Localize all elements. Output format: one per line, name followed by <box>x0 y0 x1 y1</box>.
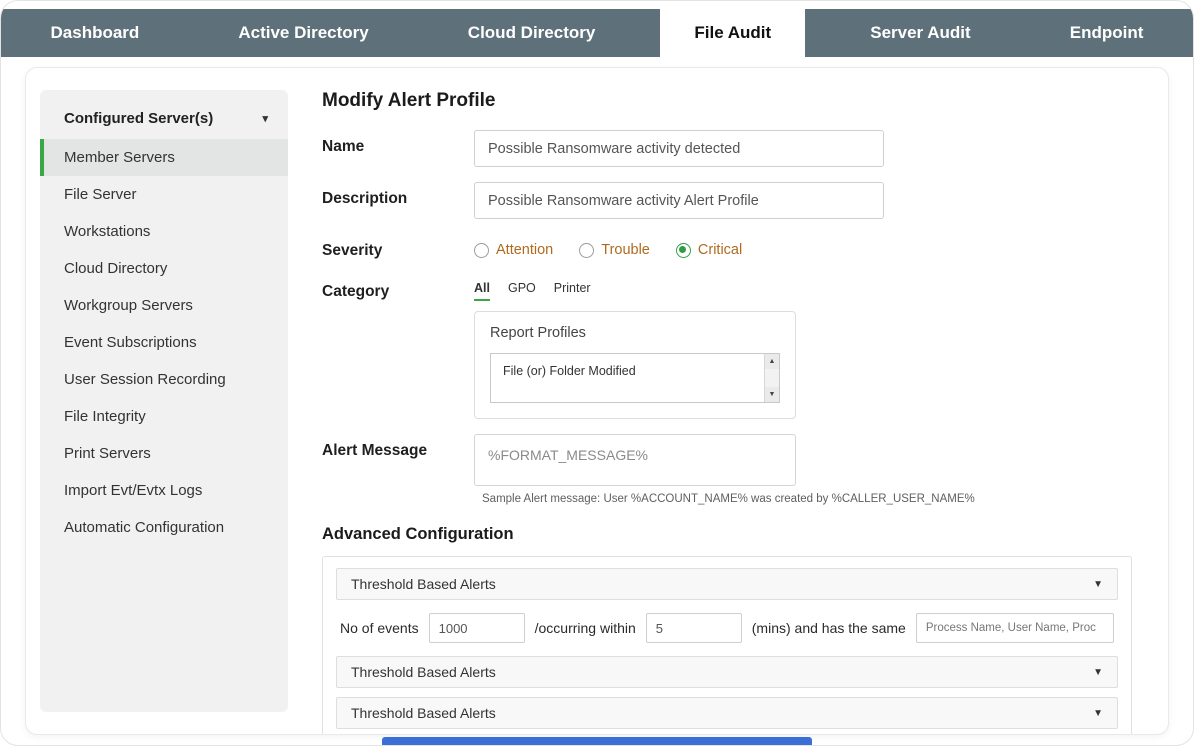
description-row: Description <box>322 182 1132 219</box>
severity-label: Severity <box>322 234 474 260</box>
severity-radio-group: Attention Trouble Critical <box>474 234 742 258</box>
alert-message-input[interactable]: %FORMAT_MESSAGE% <box>474 434 796 486</box>
severity-option-attention[interactable]: Attention <box>474 242 553 258</box>
category-tab-all[interactable]: All <box>474 281 490 301</box>
sidebar: Configured Server(s) ▾ Member Servers Fi… <box>40 90 288 712</box>
no-of-events-input[interactable] <box>429 613 525 643</box>
same-attributes-input[interactable] <box>916 613 1114 643</box>
category-tabs: All GPO Printer <box>474 275 796 301</box>
scroll-up-icon[interactable]: ▲ <box>765 354 779 369</box>
sidebar-item-cloud-directory[interactable]: Cloud Directory <box>40 250 288 287</box>
nav-tab-cloud-directory[interactable]: Cloud Directory <box>434 9 630 57</box>
category-row: Category All GPO Printer Report Profiles… <box>322 275 1132 419</box>
severity-option-critical-label: Critical <box>698 242 742 258</box>
main-panel: Modify Alert Profile Name Description Se… <box>288 68 1168 734</box>
occurring-within-label: /occurring within <box>535 620 636 636</box>
nav-tab-active-directory[interactable]: Active Directory <box>204 9 402 57</box>
sidebar-header-configured-servers[interactable]: Configured Server(s) ▾ <box>40 96 288 139</box>
category-label: Category <box>322 275 474 301</box>
radio-icon-attention[interactable] <box>474 243 489 258</box>
category-tab-gpo[interactable]: GPO <box>508 281 536 301</box>
alert-message-col: %FORMAT_MESSAGE% Sample Alert message: U… <box>474 434 975 505</box>
app-window: Dashboard Active Directory Cloud Directo… <box>0 0 1194 746</box>
name-label: Name <box>322 130 474 156</box>
listbox-scrollbar[interactable]: ▲ ▼ <box>764 354 779 402</box>
nav-tab-server-audit[interactable]: Server Audit <box>836 9 1004 57</box>
radio-icon-trouble[interactable] <box>579 243 594 258</box>
sidebar-header-label: Configured Server(s) <box>64 110 213 127</box>
report-profiles-box: Report Profiles File (or) Folder Modifie… <box>474 311 796 419</box>
severity-option-trouble-label: Trouble <box>601 242 650 258</box>
chevron-down-icon: ▼ <box>1093 708 1103 719</box>
report-profiles-listbox: File (or) Folder Modified ▲ ▼ <box>490 353 780 403</box>
list-item-file-or-folder-modified[interactable]: File (or) Folder Modified <box>491 354 779 388</box>
alert-message-label: Alert Message <box>322 434 474 460</box>
severity-row: Severity Attention Trouble Critical <box>322 234 1132 260</box>
severity-option-trouble[interactable]: Trouble <box>579 242 650 258</box>
bottom-accent-bar <box>382 737 812 745</box>
sidebar-item-file-server[interactable]: File Server <box>40 176 288 213</box>
chevron-down-icon: ▾ <box>262 112 268 125</box>
content-card: Configured Server(s) ▾ Member Servers Fi… <box>25 67 1169 735</box>
sidebar-item-workgroup-servers[interactable]: Workgroup Servers <box>40 287 288 324</box>
no-of-events-label: No of events <box>340 620 419 636</box>
category-tab-printer[interactable]: Printer <box>554 281 591 301</box>
description-input[interactable] <box>474 182 884 219</box>
nav-tab-endpoint[interactable]: Endpoint <box>1036 9 1178 57</box>
chevron-down-icon: ▼ <box>1093 667 1103 678</box>
threshold-settings-row: No of events /occurring within (mins) an… <box>336 609 1118 656</box>
threshold-based-alerts-header-2[interactable]: Threshold Based Alerts ▼ <box>336 656 1118 688</box>
alert-message-row: Alert Message %FORMAT_MESSAGE% Sample Al… <box>322 434 1132 505</box>
scroll-down-icon[interactable]: ▼ <box>765 387 779 402</box>
threshold-header-label: Threshold Based Alerts <box>351 576 496 592</box>
sidebar-item-event-subscriptions[interactable]: Event Subscriptions <box>40 324 288 361</box>
threshold-based-alerts-header-3[interactable]: Threshold Based Alerts ▼ <box>336 697 1118 729</box>
name-row: Name <box>322 130 1132 167</box>
threshold-header-label: Threshold Based Alerts <box>351 664 496 680</box>
radio-icon-critical-selected[interactable] <box>676 243 691 258</box>
top-navigation: Dashboard Active Directory Cloud Directo… <box>1 9 1193 57</box>
sidebar-item-import-evt-evtx-logs[interactable]: Import Evt/Evtx Logs <box>40 472 288 509</box>
nav-tab-dashboard[interactable]: Dashboard <box>17 9 174 57</box>
sidebar-item-file-integrity[interactable]: File Integrity <box>40 398 288 435</box>
sidebar-item-workstations[interactable]: Workstations <box>40 213 288 250</box>
page-title: Modify Alert Profile <box>322 90 1132 112</box>
mins-and-has-same-label: (mins) and has the same <box>752 620 906 636</box>
severity-option-attention-label: Attention <box>496 242 553 258</box>
sidebar-item-member-servers[interactable]: Member Servers <box>40 139 288 176</box>
alert-message-hint: Sample Alert message: User %ACCOUNT_NAME… <box>482 493 975 505</box>
sidebar-item-print-servers[interactable]: Print Servers <box>40 435 288 472</box>
threshold-header-label: Threshold Based Alerts <box>351 705 496 721</box>
nav-tab-file-audit[interactable]: File Audit <box>660 9 805 57</box>
sidebar-item-automatic-configuration[interactable]: Automatic Configuration <box>40 509 288 546</box>
category-panel: All GPO Printer Report Profiles File (or… <box>474 275 796 419</box>
report-profiles-title: Report Profiles <box>490 325 780 341</box>
description-label: Description <box>322 182 474 208</box>
severity-option-critical[interactable]: Critical <box>676 242 742 258</box>
threshold-based-alerts-header-1[interactable]: Threshold Based Alerts ▼ <box>336 568 1118 600</box>
occurring-within-input[interactable] <box>646 613 742 643</box>
sidebar-item-user-session-recording[interactable]: User Session Recording <box>40 361 288 398</box>
advanced-configuration-title: Advanced Configuration <box>322 525 1132 544</box>
advanced-configuration-accordion: Threshold Based Alerts ▼ No of events /o… <box>322 556 1132 734</box>
chevron-down-icon: ▼ <box>1093 579 1103 590</box>
name-input[interactable] <box>474 130 884 167</box>
